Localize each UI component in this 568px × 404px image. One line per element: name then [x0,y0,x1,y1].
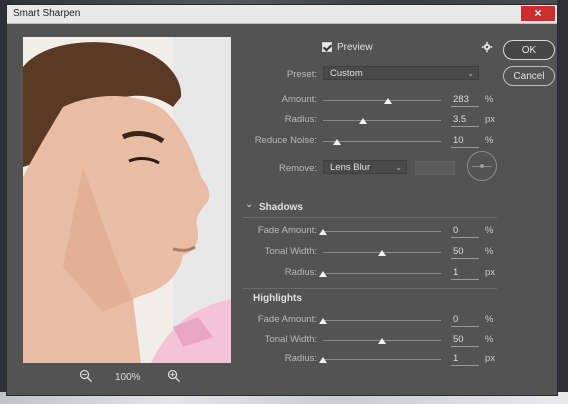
shadows-tonal-width-value[interactable]: 50 [453,246,464,257]
radius-slider-thumb[interactable] [359,118,367,124]
preview-zoom-bar: 100% [23,369,231,385]
highlights-radius-slider-track[interactable] [323,359,441,360]
shadows-collapse-icon[interactable]: ⌄ [245,199,253,210]
reduce-noise-input-underline [451,147,479,148]
highlights-tonal-width-input-underline [451,346,479,347]
highlights-radius-label: Radius: [284,353,317,364]
highlights-tonal-width-slider-thumb[interactable] [378,338,386,344]
highlights-tonal-width-label: Tonal Width: [264,334,317,345]
ok-button[interactable]: OK [503,40,555,60]
amount-slider-track[interactable] [323,100,441,101]
preset-select[interactable]: Custom ⌄ [323,66,479,80]
highlights-fade-amount-slider-thumb[interactable] [319,318,327,324]
shadows-fade-amount-slider-track[interactable] [323,231,441,232]
shadows-radius-slider-thumb[interactable] [319,271,327,277]
shadows-radius-input-underline [451,279,479,280]
reduce-noise-unit: % [485,135,494,146]
radius-value[interactable]: 3.5 [453,114,466,125]
reduce-noise-slider-thumb[interactable] [333,139,341,145]
shadows-fade-amount-slider-thumb[interactable] [319,229,327,235]
highlights-fade-amount-slider-track[interactable] [323,320,441,321]
shadows-fade-amount-unit: % [485,225,494,236]
radius-input-underline [451,126,479,127]
preview-label: Preview [337,42,373,53]
amount-unit: % [485,94,494,105]
shadows-tonal-width-label: Tonal Width: [264,246,317,257]
highlights-radius-unit: px [485,353,496,364]
highlights-tonal-width-unit: % [485,334,494,345]
remove-value: Lens Blur [330,162,371,173]
shadows-radius-label: Radius: [284,267,317,278]
shadows-fade-amount-input-underline [451,237,479,238]
close-button[interactable]: × [521,6,555,21]
highlights-radius-slider-thumb[interactable] [319,357,327,363]
highlights-fade-amount-value[interactable]: 0 [453,314,458,325]
highlights-fade-amount-label: Fade Amount: [257,314,317,325]
shadows-tonal-width-unit: % [485,246,494,257]
dialog-title: Smart Sharpen [13,8,81,19]
shadows-fade-amount-label: Fade Amount: [257,225,317,236]
preview-image[interactable] [23,37,231,363]
highlights-radius-value[interactable]: 1 [453,353,458,364]
settings-button[interactable] [481,41,493,53]
zoom-in-icon [167,369,181,383]
amount-label: Amount: [281,94,317,105]
highlights-fade-amount-unit: % [485,314,494,325]
highlights-tonal-width-value[interactable]: 50 [453,334,464,345]
zoom-in-button[interactable] [167,369,183,385]
shadows-divider [243,217,497,218]
smart-sharpen-dialog: Smart Sharpen × 100% Preview OK Cancel P… [6,4,558,396]
shadows-radius-slider-track[interactable] [323,273,441,274]
preview-checkbox[interactable] [322,42,332,52]
remove-select[interactable]: Lens Blur ⌄ [323,160,407,174]
cancel-button[interactable]: Cancel [503,66,555,86]
radius-slider-track[interactable] [323,120,441,121]
amount-slider-thumb[interactable] [384,98,392,104]
highlights-fade-amount-input-underline [451,326,479,327]
ok-button-label: OK [521,45,537,56]
amount-input-underline [451,106,479,107]
preset-value: Custom [330,68,363,79]
angle-field-disabled [415,161,455,175]
shadows-title: Shadows [259,202,303,213]
shadows-tonal-width-slider-thumb[interactable] [378,250,386,256]
background-right [557,0,568,404]
remove-label: Remove: [278,163,317,174]
gear-icon [481,41,493,53]
angle-dial[interactable] [467,151,497,181]
reduce-noise-value[interactable]: 10 [453,135,464,146]
radius-unit: px [485,114,496,125]
zoom-level: 100% [115,372,141,383]
chevron-down-icon: ⌄ [395,163,402,172]
preset-label: Preset: [286,69,317,80]
zoom-out-icon [79,369,93,383]
shadows-tonal-width-input-underline [451,258,479,259]
chevron-down-icon: ⌄ [467,69,474,78]
title-bar: Smart Sharpen × [7,5,557,24]
shadows-radius-unit: px [485,267,496,278]
shadows-fade-amount-value[interactable]: 0 [453,225,458,236]
radius-label: Radius: [284,114,317,125]
zoom-out-button[interactable] [79,369,95,385]
highlights-title: Highlights [253,293,302,304]
highlights-radius-input-underline [451,365,479,366]
amount-value[interactable]: 283 [453,94,469,105]
reduce-noise-label: Reduce Noise: [254,135,317,146]
cancel-button-label: Cancel [513,71,545,82]
close-icon: × [534,6,542,20]
shadows-radius-value[interactable]: 1 [453,267,458,278]
highlights-divider [243,288,497,289]
